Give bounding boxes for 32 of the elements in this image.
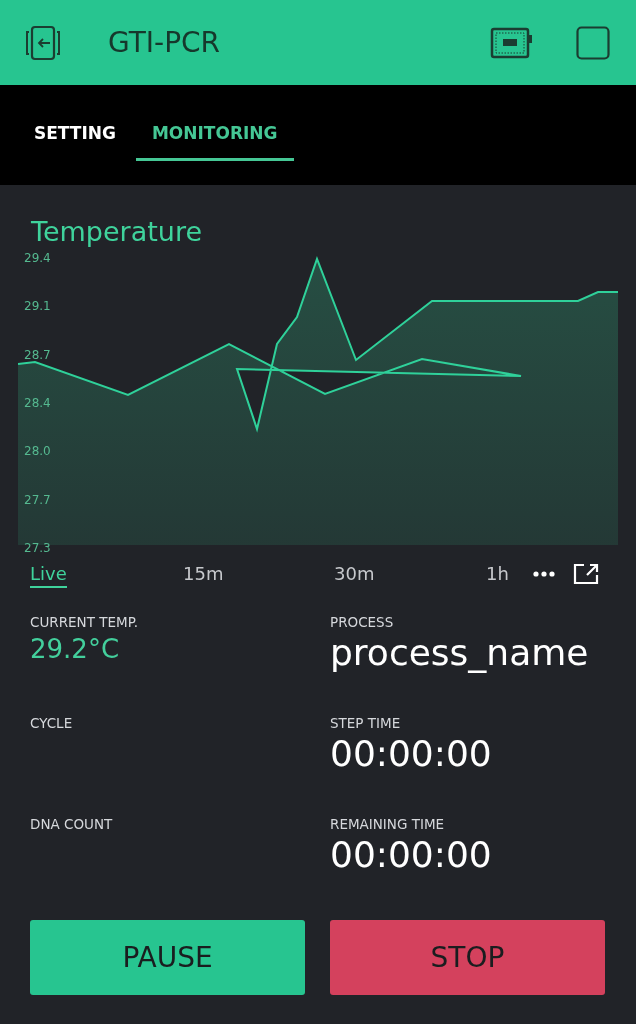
axis-label: 29.4 bbox=[24, 251, 51, 265]
device-icon[interactable] bbox=[490, 26, 534, 59]
axis-label: 28.0 bbox=[24, 444, 51, 459]
field-value: 29.2°C bbox=[30, 634, 121, 664]
axis-label: 29.1 bbox=[24, 299, 51, 314]
field-value: 00:00:00 bbox=[330, 834, 493, 875]
field-label: CURRENT TEMP. bbox=[30, 614, 139, 630]
range-option[interactable]: 30m bbox=[334, 560, 375, 588]
axis-label: 27.7 bbox=[24, 492, 51, 507]
field-label: PROCESS bbox=[330, 614, 395, 630]
range-option[interactable]: 1h bbox=[486, 560, 509, 588]
app-title: GTI-PCR bbox=[108, 26, 222, 59]
field-label: STEP TIME bbox=[330, 715, 402, 731]
axis-label: 28.7 bbox=[24, 347, 51, 362]
tab[interactable]: SETTING bbox=[18, 85, 132, 161]
field-label: REMAINING TIME bbox=[330, 816, 446, 832]
axis-label: 28.4 bbox=[24, 396, 51, 410]
field-value: process_name bbox=[330, 632, 590, 673]
action-button[interactable]: PAUSE bbox=[30, 920, 305, 995]
range-option[interactable]: 15m bbox=[183, 560, 224, 588]
tab[interactable]: MONITORING bbox=[135, 85, 294, 161]
chart-title: Temperature bbox=[31, 215, 204, 249]
export-icon[interactable] bbox=[573, 563, 599, 585]
more-icon[interactable] bbox=[533, 571, 555, 577]
field-value: 00:00:00 bbox=[330, 733, 493, 774]
range-option[interactable]: Live bbox=[30, 560, 67, 588]
square-icon[interactable] bbox=[576, 25, 610, 60]
axis-label: 27.3 bbox=[24, 540, 51, 555]
field-label: DNA COUNT bbox=[30, 816, 114, 832]
field-label: CYCLE bbox=[30, 715, 74, 731]
exit-icon[interactable] bbox=[24, 24, 62, 61]
action-button[interactable]: STOP bbox=[330, 920, 605, 995]
